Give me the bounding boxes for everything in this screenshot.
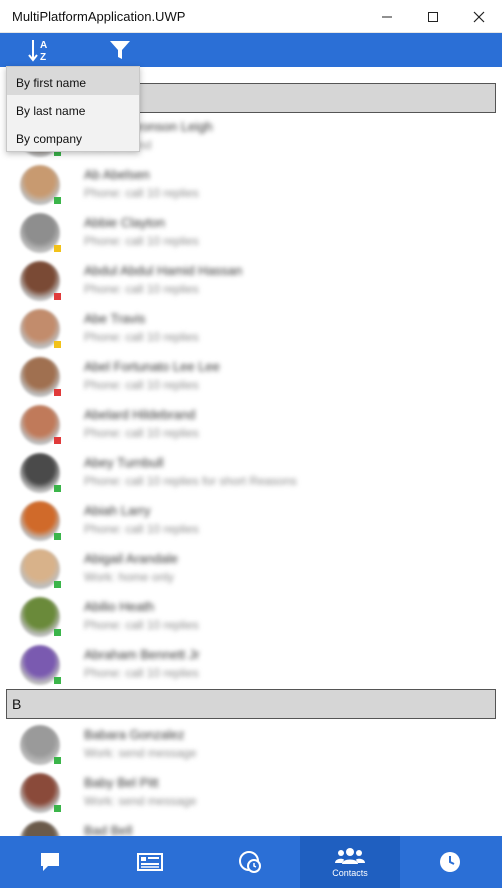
nav-history[interactable] [400,836,500,888]
presence-indicator [54,757,61,764]
contact-row[interactable]: Babara Gonzalez Work: send message [0,721,502,769]
contact-row[interactable]: Abe Travis Phone: call 10 replies [0,305,502,353]
nav-chat[interactable] [0,836,100,888]
presence-indicator [54,805,61,812]
calls-icon [239,851,261,873]
nav-calls[interactable] [200,836,300,888]
contact-name: Abelard Hildebrand [84,407,196,422]
presence-indicator [54,533,61,540]
contacts-icon [335,847,365,864]
contact-row[interactable]: Bad BellWork: send message [0,817,502,836]
contact-status: Phone: call 10 replies [84,234,199,248]
maximize-button[interactable] [410,0,456,33]
contact-name: Abilio Heath [84,599,155,614]
close-icon [473,11,485,22]
contact-status: Work: send message [84,746,197,760]
presence-indicator [54,629,61,636]
contact-status: Phone: call 10 replies [84,618,199,632]
contact-name: Ab Abelsen [84,167,150,182]
contact-name: Abraham Bennett Jr [84,647,200,662]
contact-status: Phone: call 10 replies [84,522,199,536]
contact-row[interactable]: Abdul Abdul Hamid Hassan Phone: call 10 r… [0,257,502,305]
contact-name: Abdul Abdul Hamid Hassan [84,263,243,278]
contact-name: Abe Travis [84,311,146,326]
avatar [20,821,60,836]
contact-row[interactable]: Abigail Arandale Work: home only [0,545,502,593]
contact-row[interactable]: Abey Turnbull Phone: call 10 replies for … [0,449,502,497]
presence-indicator [54,197,61,204]
contact-row[interactable]: Abel Fortunato Lee Lee Phone: call 10 rep… [0,353,502,401]
contact-name: Baby Bel Pitt [84,775,159,790]
contact-row[interactable]: Abbie Clayton Phone: call 10 replies [0,209,502,257]
sort-by-first-name[interactable]: By first name [7,67,139,95]
presence-indicator [54,389,61,396]
contact-status: Phone: call 10 replies for short Reasons [84,474,297,488]
contact-name: Babara Gonzalez [84,727,185,742]
contact-name: Abel Fortunato Lee Lee [84,359,220,374]
bottom-nav: Contacts [0,836,502,888]
clock-icon [440,852,460,872]
maximize-icon [428,11,438,22]
close-button[interactable] [456,0,502,33]
sort-by-company[interactable]: By company [7,123,139,151]
contact-status: Work: home only [84,570,174,584]
title-bar: MultiPlatformApplication.UWP [0,0,502,33]
contact-status: Phone: call 10 replies [84,666,199,680]
presence-indicator [54,437,61,444]
contact-status: Phone: call 10 replies [84,186,199,200]
presence-indicator [54,245,61,252]
presence-indicator [54,677,61,684]
contact-name: Abigail Arandale [84,551,178,566]
contact-row[interactable]: Abelard Hildebrand Phone: call 10 replies [0,401,502,449]
svg-text:A: A [40,40,47,51]
contact-row[interactable]: Abraham Bennett Jr Phone: call 10 replies [0,641,502,689]
contact-row[interactable]: Abilio Heath Phone: call 10 replies [0,593,502,641]
presence-indicator [54,485,61,492]
contact-name: Abey Turnbull [84,455,164,470]
contact-name: Abbie Clayton [84,215,165,230]
contact-list[interactable]: AAaron Aaronson LeighPhone: sendAb Abels… [0,67,502,836]
minimize-button[interactable] [364,0,410,33]
svg-text:Z: Z [40,52,46,63]
contact-name: Bad Bell [84,823,133,836]
contact-row[interactable]: Abiah Larry Phone: call 10 replies [0,497,502,545]
presence-indicator [54,293,61,300]
nav-contacts-label: Contacts [332,867,368,878]
sort-menu: By first name By last name By company [6,66,140,152]
command-bar: A Z [0,33,502,67]
filter-icon [110,41,130,59]
news-icon [137,853,163,871]
sort-button[interactable]: A Z [18,33,62,67]
contact-status: Work: send message [84,794,197,808]
contact-row[interactable]: Ab Abelsen Phone: call 10 replies [0,161,502,209]
contact-status: Phone: call 10 replies [84,378,199,392]
contact-status: Phone: call 10 replies [84,282,199,296]
presence-indicator [54,341,61,348]
presence-indicator [54,581,61,588]
contact-row[interactable]: Baby Bel Pitt Work: send message [0,769,502,817]
nav-news[interactable] [100,836,200,888]
sort-az-icon: A Z [28,40,47,63]
minimize-icon [382,16,392,17]
contact-name: Abiah Larry [84,503,151,518]
sort-by-last-name[interactable]: By last name [7,95,139,123]
contact-status: Phone: call 10 replies [84,426,199,440]
chat-icon [41,853,59,871]
filter-button[interactable] [98,33,142,67]
nav-contacts[interactable]: Contacts [300,836,400,888]
contact-status: Phone: call 10 replies [84,330,199,344]
group-header: B [6,689,496,719]
window-title: MultiPlatformApplication.UWP [12,9,186,24]
